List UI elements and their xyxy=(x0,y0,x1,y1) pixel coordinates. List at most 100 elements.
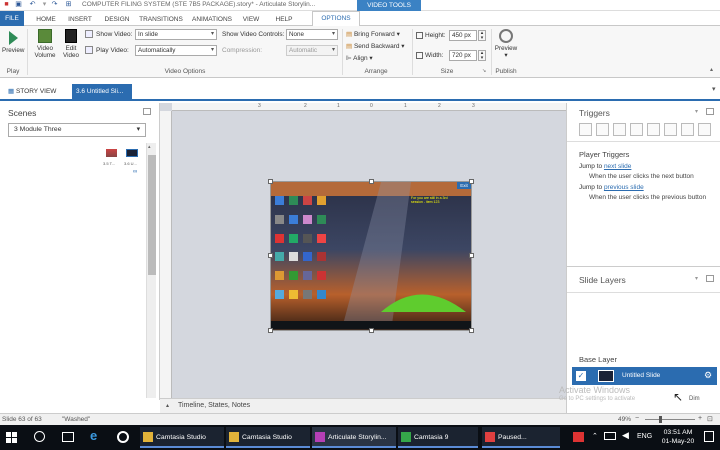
windows-start-icon[interactable] xyxy=(6,432,17,443)
panel-menu-icon[interactable]: ▾ xyxy=(695,108,698,115)
tab-view[interactable]: VIEW xyxy=(240,13,262,26)
dim-label[interactable]: Dim xyxy=(689,396,700,402)
resize-handle[interactable] xyxy=(369,328,374,333)
align-button[interactable]: ⊫ Align ▾ xyxy=(346,54,373,62)
taskbar-app-camtasia-studio[interactable]: Camtasia Studio xyxy=(226,427,310,448)
tab-options[interactable]: OPTIONS xyxy=(312,11,360,26)
video-object[interactable]: For you are still in a 3rd session - ite… xyxy=(270,181,472,331)
panel-pin-icon[interactable] xyxy=(143,108,151,115)
dropdown-icon[interactable]: ▾ xyxy=(40,1,49,9)
scrollbar-thumb[interactable] xyxy=(148,155,156,275)
send-backward-button[interactable]: ▤ Send Backward ▾ xyxy=(346,42,405,50)
paste-trigger-icon[interactable] xyxy=(630,123,643,136)
play-video-select[interactable]: Automatically ▾ xyxy=(135,45,217,56)
task-view-icon[interactable] xyxy=(62,432,74,442)
delete-trigger-icon[interactable] xyxy=(647,123,660,136)
panel-pin-icon[interactable] xyxy=(706,275,714,282)
panel-pin-icon[interactable] xyxy=(706,108,714,115)
compression-select[interactable]: Automatic ▾ xyxy=(286,45,338,56)
scroll-up-icon[interactable]: ▴ xyxy=(148,144,151,150)
tray-chevron-icon[interactable]: ⌃ xyxy=(592,432,598,440)
desktop-icon xyxy=(289,214,298,224)
save-icon[interactable]: ▣ xyxy=(14,1,23,9)
battery-icon[interactable] xyxy=(604,432,616,440)
preview-button[interactable]: Preview xyxy=(2,29,24,54)
trigger-settings-icon[interactable] xyxy=(698,123,711,136)
slide-thumbnail[interactable] xyxy=(106,149,117,157)
scene-select[interactable]: 3 Module Three ▾ xyxy=(8,123,146,137)
redo-icon[interactable]: ↷ xyxy=(50,1,59,9)
show-video-select[interactable]: In slide ▾ xyxy=(135,29,217,40)
tab-animations[interactable]: ANIMATIONS xyxy=(190,13,234,26)
clock[interactable]: 03:51 AM 01-May-20 xyxy=(657,428,699,446)
video-volume-button[interactable]: Video Volume xyxy=(30,29,60,59)
panel-menu-icon[interactable]: ▾ xyxy=(695,275,698,282)
expand-icon[interactable]: ▴ xyxy=(166,402,169,409)
base-layer-row[interactable]: ✓ Untitled Slide ⚙ xyxy=(572,367,717,385)
visibility-checkbox[interactable]: ✓ xyxy=(576,371,586,381)
trigger-link[interactable]: next slide xyxy=(604,163,631,170)
resize-handle[interactable] xyxy=(469,179,474,184)
tab-insert[interactable]: INSERT xyxy=(66,13,94,26)
base-layer-name: Untitled Slide xyxy=(622,372,661,379)
tray-app-icon[interactable] xyxy=(573,432,584,442)
gear-icon[interactable]: ⚙ xyxy=(704,370,712,381)
edge-browser-icon[interactable]: e xyxy=(90,428,97,443)
cortana-icon[interactable] xyxy=(34,431,45,442)
fit-to-window-icon[interactable]: ⊡ xyxy=(707,415,713,423)
activate-windows-subtext: Go to PC settings to activate xyxy=(559,396,636,402)
resize-handle[interactable] xyxy=(469,328,474,333)
show-controls-select[interactable]: None ▾ xyxy=(286,29,338,40)
timeline-bar[interactable]: ▴ Timeline, States, Notes xyxy=(160,398,566,413)
resize-handle[interactable] xyxy=(469,253,474,258)
desktop-icon xyxy=(289,271,298,281)
publish-preview-button[interactable]: Preview ▾ xyxy=(494,29,518,59)
taskbar-app-camtasia-9[interactable]: Camtasia 9 xyxy=(398,427,478,448)
language-indicator[interactable]: ENG xyxy=(637,433,652,440)
zoom-slider-thumb[interactable] xyxy=(659,416,662,423)
taskbar-app-articulate[interactable]: Articulate Storylin... xyxy=(312,427,396,448)
tab-story-view[interactable]: ▦ STORY VIEW xyxy=(8,85,56,99)
move-up-icon[interactable] xyxy=(664,123,677,136)
zoom-out-icon[interactable]: − xyxy=(635,415,639,422)
size-dialog-launcher[interactable]: ↘ xyxy=(482,68,486,74)
resize-handle[interactable] xyxy=(268,328,273,333)
tab-help[interactable]: HELP xyxy=(272,13,296,26)
tab-design[interactable]: DESIGN xyxy=(102,13,132,26)
bring-forward-button[interactable]: ▤ Bring Forward ▾ xyxy=(346,30,400,38)
resize-handle[interactable] xyxy=(369,179,374,184)
resize-handle[interactable] xyxy=(268,179,273,184)
scenes-scrollbar[interactable]: ▴ xyxy=(146,143,156,398)
slide-thumbnail-active[interactable] xyxy=(126,149,138,157)
trigger-item[interactable]: Jump to previous slide xyxy=(579,184,644,191)
tab-home[interactable]: HOME xyxy=(34,13,58,26)
copy-trigger-icon[interactable] xyxy=(613,123,626,136)
taskbar-app-camtasia-studio[interactable]: Camtasia Studio xyxy=(140,427,224,448)
trigger-item[interactable]: Jump to next slide xyxy=(579,163,631,170)
new-trigger-icon[interactable] xyxy=(579,123,592,136)
collapse-ribbon-icon[interactable]: ▴ xyxy=(710,66,713,73)
notifications-icon[interactable] xyxy=(704,431,714,442)
volume-icon[interactable]: ◀ xyxy=(622,430,629,441)
app-circle-icon[interactable] xyxy=(117,431,129,443)
triggers-panel: Triggers ▾ Player Triggers Jump to next … xyxy=(559,103,720,413)
edit-video-button[interactable]: Edit Video xyxy=(60,29,82,59)
zoom-in-icon[interactable]: + xyxy=(698,415,702,422)
tab-menu-icon[interactable]: ▾ xyxy=(712,85,716,93)
height-input[interactable]: 450 px xyxy=(449,30,477,41)
trigger-link[interactable]: previous slide xyxy=(604,184,644,191)
customize-icon[interactable]: ⊞ xyxy=(64,1,73,9)
edit-trigger-icon[interactable] xyxy=(596,123,609,136)
undo-icon[interactable]: ↶ xyxy=(28,1,37,9)
tab-transitions[interactable]: TRANSITIONS xyxy=(138,13,184,26)
width-spinner[interactable]: ▴ ▾ xyxy=(478,50,486,61)
move-down-icon[interactable] xyxy=(681,123,694,136)
story-view-label: STORY VIEW xyxy=(15,88,57,95)
resize-handle[interactable] xyxy=(268,253,273,258)
tab-active-slide[interactable]: 3.6 Untitled Sli... xyxy=(72,84,132,99)
width-input[interactable]: 720 px xyxy=(449,50,477,61)
tab-file[interactable]: FILE xyxy=(0,11,24,26)
taskbar-app-recorder[interactable]: Paused... xyxy=(482,427,560,448)
height-spinner[interactable]: ▴ ▾ xyxy=(478,30,486,41)
zoom-slider[interactable] xyxy=(645,419,695,420)
